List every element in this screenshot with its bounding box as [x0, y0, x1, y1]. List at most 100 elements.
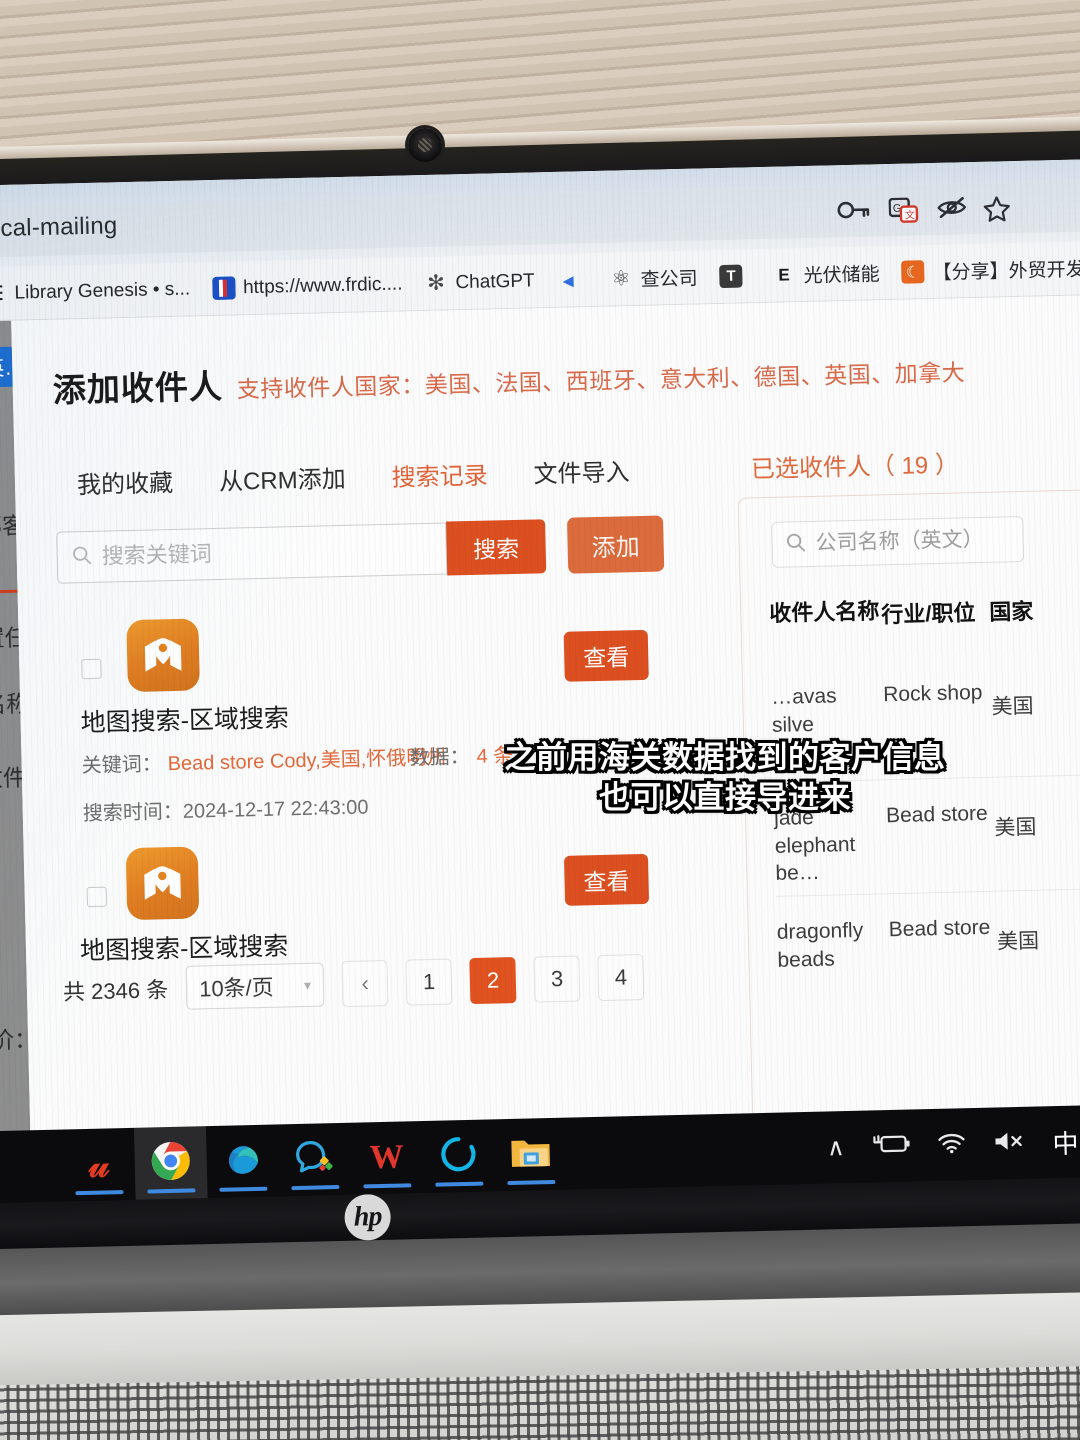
bookmark-label: Library Genesis • s...	[14, 278, 191, 304]
sidebar-total-price-label: 总价：	[0, 1026, 31, 1054]
record-checkbox[interactable]	[86, 886, 108, 908]
bookmark-item-libgen[interactable]: ☰ Library Genesis • s...	[0, 277, 201, 306]
bookmark-item-frdic[interactable]: https://www.frdic....	[201, 272, 414, 300]
blue-triangle-icon: ◂	[562, 266, 574, 293]
ime-indicator[interactable]: 中	[1052, 1123, 1079, 1161]
speaker-mute-icon[interactable]	[992, 1128, 1027, 1158]
record-title: 地图搜索-区域搜索	[79, 932, 289, 966]
taskbar-item-file-explorer[interactable]	[494, 1118, 568, 1192]
keyword-value: Bead store Cody,美国,怀俄明州	[167, 746, 447, 776]
tab-file-import[interactable]: 文件导入	[533, 452, 630, 489]
page-size-value: 10条/页	[198, 974, 275, 1002]
column-header-role: 行业/职位	[881, 600, 976, 628]
bookmark-label: 光伏储能	[803, 264, 880, 288]
page-size-select[interactable]: 10条/页 ▾	[185, 962, 325, 1010]
map-search-icon	[125, 846, 200, 921]
keyword-label: 关键词：	[81, 753, 162, 778]
svg-text:文: 文	[905, 208, 915, 221]
taskbar-item-edge[interactable]	[206, 1124, 280, 1198]
page-title: 添加收件人	[52, 367, 224, 409]
page-button-4[interactable]: 4	[597, 954, 645, 1002]
table-row[interactable]: jade elephant be… Bead store 美国	[773, 773, 1080, 889]
cell-country: 美国	[991, 694, 1034, 719]
chevron-up-icon[interactable]: ∧	[827, 1133, 845, 1162]
keyword-search-box[interactable]	[56, 522, 448, 584]
qq-chat-icon	[294, 1138, 335, 1182]
wifi-icon[interactable]	[936, 1130, 967, 1160]
taskbar-item-qq-chat[interactable]	[278, 1123, 352, 1197]
taskbar-item-loading-c[interactable]	[422, 1119, 496, 1193]
cell-recipient-name: jade elephant be…	[773, 805, 856, 886]
photo-scene: hysical-mailing G文 ☰ Library Genesis • s…	[0, 0, 1080, 1440]
cell-role: Bead store	[888, 915, 991, 942]
cell-role: Bead store	[885, 801, 988, 828]
total-count-label: 共 2346 条	[62, 977, 169, 1005]
tab-from-crm[interactable]: 从CRM添加	[219, 459, 346, 497]
battery-charging-icon[interactable]	[870, 1131, 911, 1161]
chevron-right-icon[interactable]: ›	[520, 742, 527, 765]
libgen-icon: ☰	[0, 281, 7, 306]
file-explorer-icon	[509, 1133, 552, 1175]
system-tray: ∧ 中	[826, 1106, 1079, 1184]
bookmark-star-icon[interactable]	[983, 195, 1012, 228]
selected-recipients-title: 已选收件人（ 19 ）	[750, 451, 960, 484]
table-row[interactable]: dragonfly beads Bead store 美国	[775, 887, 1080, 975]
tab-search-records[interactable]: 搜索记录	[391, 456, 488, 493]
cell-country: 美国	[996, 929, 1040, 954]
bookmark-item-chatgpt[interactable]: ✻ ChatGPT	[413, 269, 546, 295]
page-button-1[interactable]: 1	[405, 958, 453, 1006]
data-label: 数据：	[409, 746, 470, 770]
search-button[interactable]: 搜索	[446, 519, 547, 576]
company-search-box[interactable]	[771, 515, 1025, 568]
golden-g-icon: 𝓊	[88, 1143, 110, 1185]
chrome-icon	[150, 1140, 191, 1186]
taskbar-item-wps[interactable]: W	[350, 1121, 424, 1195]
add-recipient-panel: 添加收件人 支持收件人国家：美国、法国、西班牙、意大利、德国、英国、加拿大 我的…	[11, 294, 1080, 1157]
address-bar-url: hysical-mailing	[0, 212, 118, 243]
view-button[interactable]: 查看	[563, 853, 650, 906]
time-label: 搜索时间：	[82, 800, 184, 826]
wps-icon: W	[369, 1138, 405, 1177]
search-record-card[interactable]: 地图搜索-区域搜索 关键词： Bead store Cody,美国,怀俄明州 数…	[58, 598, 658, 825]
record-title: 地图搜索-区域搜索	[80, 704, 290, 738]
page-button-3[interactable]: 3	[533, 955, 581, 1003]
table-row[interactable]: …avas silve Rock shop 美国	[771, 676, 1080, 740]
hp-logo: hp	[344, 1193, 392, 1241]
record-checkbox[interactable]	[81, 658, 102, 680]
view-button[interactable]: 查看	[563, 629, 649, 682]
page-header: 添加收件人 支持收件人国家：美国、法国、西班牙、意大利、德国、英国、加拿大	[52, 342, 965, 411]
bookmark-label: 查公司	[640, 268, 698, 291]
bookmark-label: 【分享】外贸开发...	[932, 259, 1080, 285]
openai-icon: ✻	[426, 271, 446, 295]
bookmark-item-solar-storage[interactable]: E 光伏储能	[761, 259, 891, 289]
keyword-search-row: 搜索 添加	[56, 515, 665, 585]
cell-role: Rock shop	[882, 680, 983, 707]
record-time: 搜索时间：2024-12-17 22:43:00	[82, 790, 369, 826]
password-key-icon[interactable]	[837, 198, 872, 226]
bookmark-item-letter-t[interactable]: T	[708, 264, 762, 289]
search-input[interactable]	[101, 536, 412, 570]
page-prev-button[interactable]: ‹	[341, 960, 389, 1008]
globe-icon: ⚛	[611, 267, 631, 291]
taskbar-item-chrome[interactable]	[133, 1126, 208, 1200]
search-record-card[interactable]: 地图搜索-区域搜索 查看	[63, 826, 663, 965]
company-search-input[interactable]	[815, 527, 1011, 556]
record-data-count[interactable]: 数据： 4 条 ›	[409, 739, 527, 771]
cell-recipient-name: …avas silve	[771, 684, 837, 737]
add-button[interactable]: 添加	[566, 515, 665, 574]
selected-recipients-panel: 已选收件人（ 19 ） 收件人名称 行业/职位 国家	[726, 440, 1080, 1140]
tab-my-favorites[interactable]: 我的收藏	[77, 463, 174, 500]
edge-icon	[222, 1138, 263, 1184]
page-button-2[interactable]: 2	[469, 957, 517, 1005]
translate-icon[interactable]: G文	[888, 197, 920, 229]
taskbar-item-golden-g[interactable]: 𝓊	[62, 1128, 136, 1202]
bookmark-item-foreign-trade[interactable]: ☾ 【分享】外贸开发...	[890, 254, 1080, 286]
bookmark-item-company-lookup[interactable]: ⚛ 查公司	[598, 263, 709, 293]
page-content: 领英… 建邮客… ✓ 设置任… 务名称 收件人 总价： 添加收件人 支持收件人国…	[0, 294, 1080, 1158]
french-flag-icon	[211, 276, 236, 300]
eye-off-icon[interactable]	[937, 196, 968, 224]
letter-e-icon: E	[778, 264, 790, 285]
moon-icon: ☾	[901, 260, 925, 284]
bookmark-label: https://www.frdic....	[242, 273, 403, 298]
bookmark-item-blue-triangle[interactable]: ◂	[545, 266, 599, 293]
